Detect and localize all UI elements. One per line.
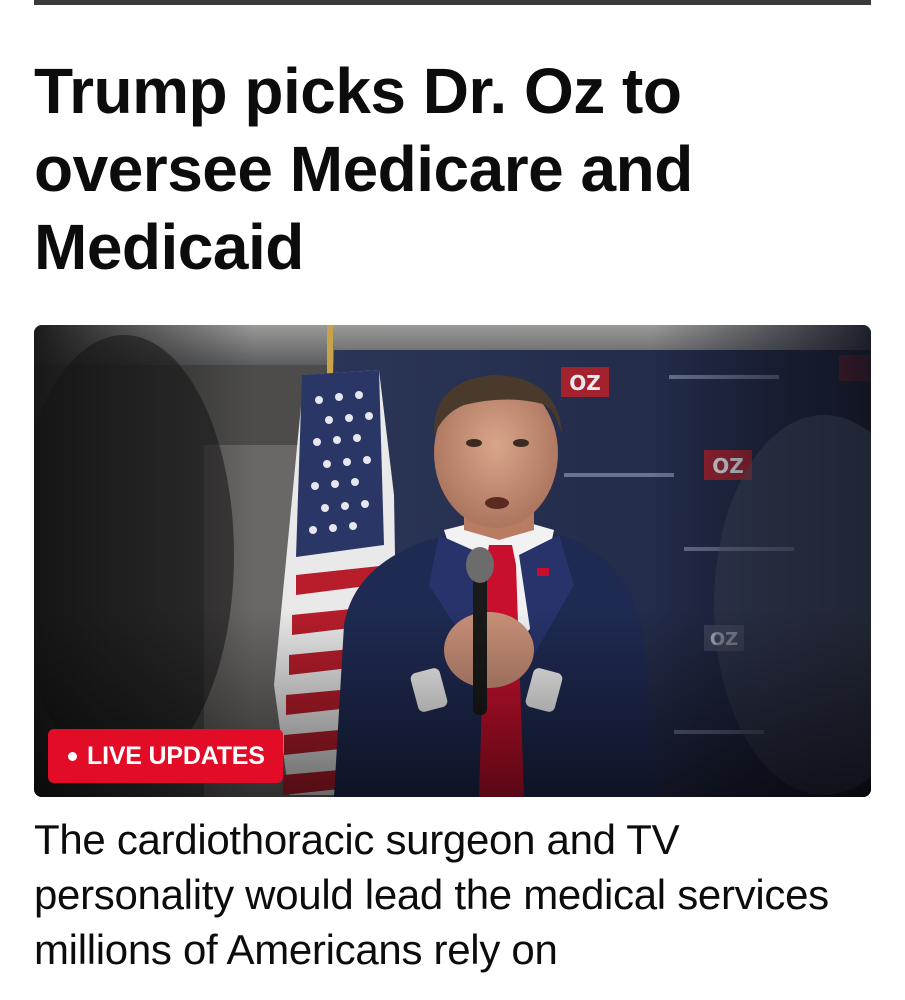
hero-photo: OZ OZ OZ (34, 325, 871, 797)
article-headline[interactable]: Trump picks Dr. Oz to oversee Medicare a… (34, 52, 874, 286)
top-divider (34, 0, 871, 5)
live-updates-badge[interactable]: LIVE UPDATES (48, 729, 283, 783)
hero-image-link[interactable]: OZ OZ OZ (34, 325, 871, 797)
article-summary[interactable]: The cardiothoracic surgeon and TV person… (34, 812, 879, 977)
live-dot-icon (68, 751, 77, 761)
live-updates-label: LIVE UPDATES (87, 741, 265, 770)
